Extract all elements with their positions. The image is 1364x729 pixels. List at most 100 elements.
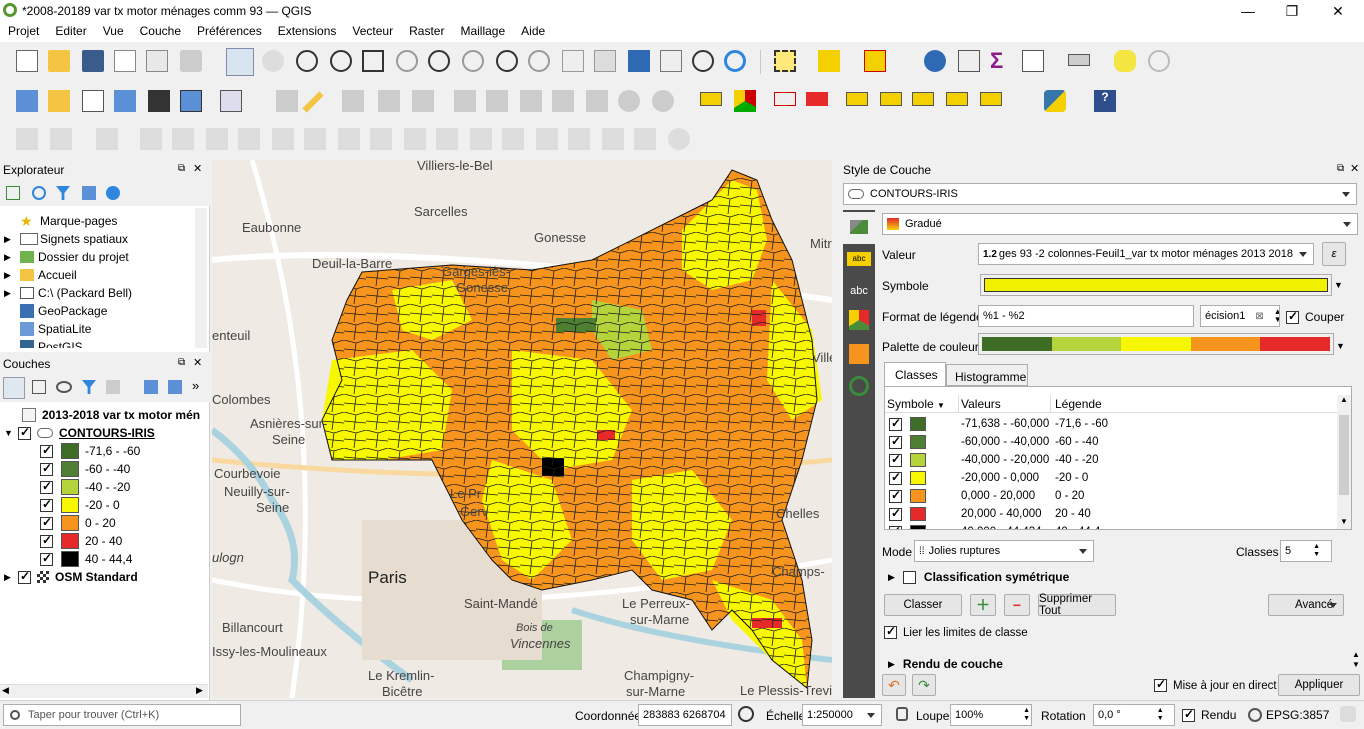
browser-item[interactable]: ★ Marque-pages <box>20 212 117 230</box>
live-update-checkbox[interactable] <box>1154 677 1167 692</box>
spin-arrows-icon[interactable]: ▲▼ <box>1274 308 1279 324</box>
zoom-next-icon[interactable] <box>528 50 550 72</box>
class-row-values[interactable]: -71,638 - -60,000 <box>961 418 1049 430</box>
toggle-editing-icon[interactable] <box>220 90 242 112</box>
pan-map-icon[interactable] <box>226 48 254 76</box>
class-row-values[interactable]: 0,000 - 20,000 <box>961 490 1035 502</box>
refresh-icon[interactable] <box>724 50 746 72</box>
new-bookmark-icon[interactable] <box>628 50 650 72</box>
precision-spinbox[interactable]: écision1 ⊠ ▲▼ <box>1200 305 1280 327</box>
label-properties-icon[interactable] <box>980 92 1002 106</box>
statistics-sigma-icon[interactable]: Σ <box>990 48 1003 74</box>
class-row[interactable]: 40,000 - 44,434 40 - 44,4 <box>885 523 1337 529</box>
float-icon[interactable]: ⧉ <box>178 163 185 174</box>
vertex-tool-icon[interactable] <box>412 90 434 112</box>
delete-part-icon[interactable] <box>338 128 360 150</box>
coordinate-field[interactable]: 283883 6268704 <box>638 704 732 726</box>
layout-manager-icon[interactable] <box>146 50 168 72</box>
redo-style-icon[interactable]: ↷ <box>912 674 936 696</box>
class-row-swatch[interactable] <box>910 435 926 449</box>
help-icon[interactable]: ? <box>1094 90 1116 112</box>
filter-legend-icon[interactable] <box>82 380 96 394</box>
new-shapefile-layer-icon[interactable] <box>82 90 104 112</box>
symbol-button[interactable] <box>980 274 1332 296</box>
spin-arrows-icon[interactable]: ▲▼ <box>1157 707 1164 723</box>
add-class-icon[interactable]: ＋ <box>970 594 996 616</box>
menu-aide[interactable]: Aide <box>513 22 553 42</box>
pin-labels-icon[interactable] <box>806 92 828 106</box>
class-row-swatch[interactable] <box>910 489 926 503</box>
tab-classes[interactable]: Classes <box>884 362 946 386</box>
class-checkbox[interactable] <box>40 551 53 566</box>
class-row-legend[interactable]: 0 - 20 <box>1055 490 1084 502</box>
class-checkbox[interactable] <box>40 533 53 548</box>
expression-builder-button[interactable]: ε <box>1322 242 1346 266</box>
add-ring-icon[interactable] <box>206 128 228 150</box>
layer-osm-standard[interactable]: ▶ OSM Standard <box>4 568 138 586</box>
render-checkbox[interactable] <box>1182 707 1195 722</box>
toggle-extents-icon[interactable] <box>738 706 754 722</box>
menu-raster[interactable]: Raster <box>401 22 452 42</box>
expand-icon[interactable]: ▶ <box>888 572 895 583</box>
new-map-view-icon[interactable] <box>562 50 584 72</box>
menu-projet[interactable]: Projet <box>0 22 47 42</box>
merge-features-icon[interactable] <box>502 128 524 150</box>
labels-tab-icon[interactable]: abc <box>847 252 871 266</box>
gps-icon[interactable] <box>1148 50 1170 72</box>
diagrams-tab-icon[interactable] <box>849 344 869 364</box>
map-canvas[interactable]: Villiers-le-Bel Sarcelles Eaubonne Gones… <box>212 160 832 698</box>
rotate-feature-icon[interactable] <box>140 128 162 150</box>
close-button[interactable]: ✕ <box>1318 2 1358 20</box>
locator-search[interactable]: Taper pour trouver (Ctrl+K) <box>3 704 241 726</box>
classes-count-spinbox[interactable]: 5 ▲ ▼ <box>1280 540 1332 562</box>
menu-maillage[interactable]: Maillage <box>452 22 513 42</box>
split-features-icon[interactable] <box>436 128 458 150</box>
menu-vue[interactable]: Vue <box>95 22 132 42</box>
advanced-button[interactable]: Avancé <box>1268 594 1344 616</box>
save-project-icon[interactable] <box>82 50 104 72</box>
collapse-all-icon[interactable] <box>82 186 96 200</box>
clear-icon[interactable]: ⊠ <box>1255 311 1263 322</box>
manage-visibility-icon[interactable] <box>56 381 72 393</box>
legend-class-row[interactable]: 40 - 44,4 <box>40 550 132 568</box>
browser-item[interactable]: SpatiaLite <box>20 320 91 338</box>
legend-class-row[interactable]: -71,6 - -60 <box>40 442 140 460</box>
class-row-values[interactable]: 40,000 - 44,434 <box>961 526 1042 529</box>
crs-button[interactable]: EPSG:3857 <box>1248 708 1329 722</box>
temporal-controller-icon[interactable] <box>692 50 714 72</box>
offset-curve-icon[interactable] <box>404 128 426 150</box>
split-parts-icon[interactable] <box>470 128 492 150</box>
class-row-legend[interactable]: -20 - 0 <box>1055 472 1088 484</box>
merge-attributes-icon[interactable] <box>536 128 558 150</box>
toggle-editing-pencil-icon[interactable] <box>302 91 324 113</box>
browser-item[interactable]: ▶ Dossier du projet <box>4 248 129 266</box>
class-row-values[interactable]: -20,000 - 0,000 <box>961 472 1039 484</box>
style-manager-icon[interactable] <box>180 50 202 72</box>
class-row-legend[interactable]: 20 - 40 <box>1055 508 1091 520</box>
move-feature-icon[interactable] <box>96 128 118 150</box>
layer-group[interactable]: 2013-2018 var tx motor mén <box>22 406 200 424</box>
class-row-swatch[interactable] <box>910 417 926 431</box>
class-row-values[interactable]: 20,000 - 40,000 <box>961 508 1042 520</box>
zoom-to-layer-icon[interactable] <box>428 50 450 72</box>
open-project-icon[interactable] <box>48 50 70 72</box>
spin-arrows-icon[interactable]: ▲▼ <box>1023 707 1030 723</box>
new-3d-map-icon[interactable] <box>594 50 616 72</box>
legend-format-input[interactable]: %1 - %2 <box>978 305 1194 327</box>
class-checkbox[interactable] <box>40 461 53 476</box>
layer-diagram-icon[interactable] <box>734 90 756 112</box>
filter-expression-icon[interactable] <box>106 380 120 394</box>
menu-vecteur[interactable]: Vecteur <box>344 22 401 42</box>
classify-button[interactable]: Classer <box>884 594 962 616</box>
close-panel-icon[interactable]: ✕ <box>1350 162 1359 175</box>
class-row-swatch[interactable] <box>910 507 926 521</box>
move-label-icon[interactable] <box>880 92 902 106</box>
new-print-layout-icon[interactable] <box>114 50 136 72</box>
expand-all-icon[interactable] <box>144 380 158 394</box>
layer-styling-icon[interactable] <box>3 377 25 399</box>
copy-features-icon[interactable] <box>552 90 574 112</box>
class-row[interactable]: 20,000 - 40,000 20 - 40 <box>885 505 1337 523</box>
rotation-spinbox[interactable]: 0,0 ° ▲ ▼ <box>1093 704 1175 726</box>
magnifier-spinbox[interactable]: 100% ▲ ▼ <box>950 704 1032 726</box>
legend-class-row[interactable]: 20 - 40 <box>40 532 122 550</box>
